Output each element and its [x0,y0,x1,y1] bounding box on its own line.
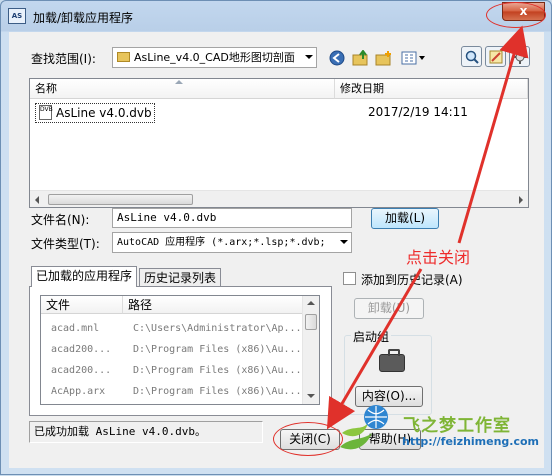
watermark: 飞之梦工作室 http://feizhimeng.com [336,403,548,463]
watermark-title: 飞之梦工作室 [403,416,511,436]
load-unload-dialog: AS 加载/卸载应用程序 x 查找范围(I): AsLine_v4.0_CAD地… [0,0,552,475]
arrow-to-close-button [326,268,423,430]
tab-loaded-apps[interactable]: 已加载的应用程序 [31,266,138,287]
watermark-logo-icon [340,405,388,450]
watermark-url: http://feizhimeng.com [402,435,540,448]
annotation-text: 点击关闭 [406,248,471,267]
arrow-to-window-close [457,25,529,244]
